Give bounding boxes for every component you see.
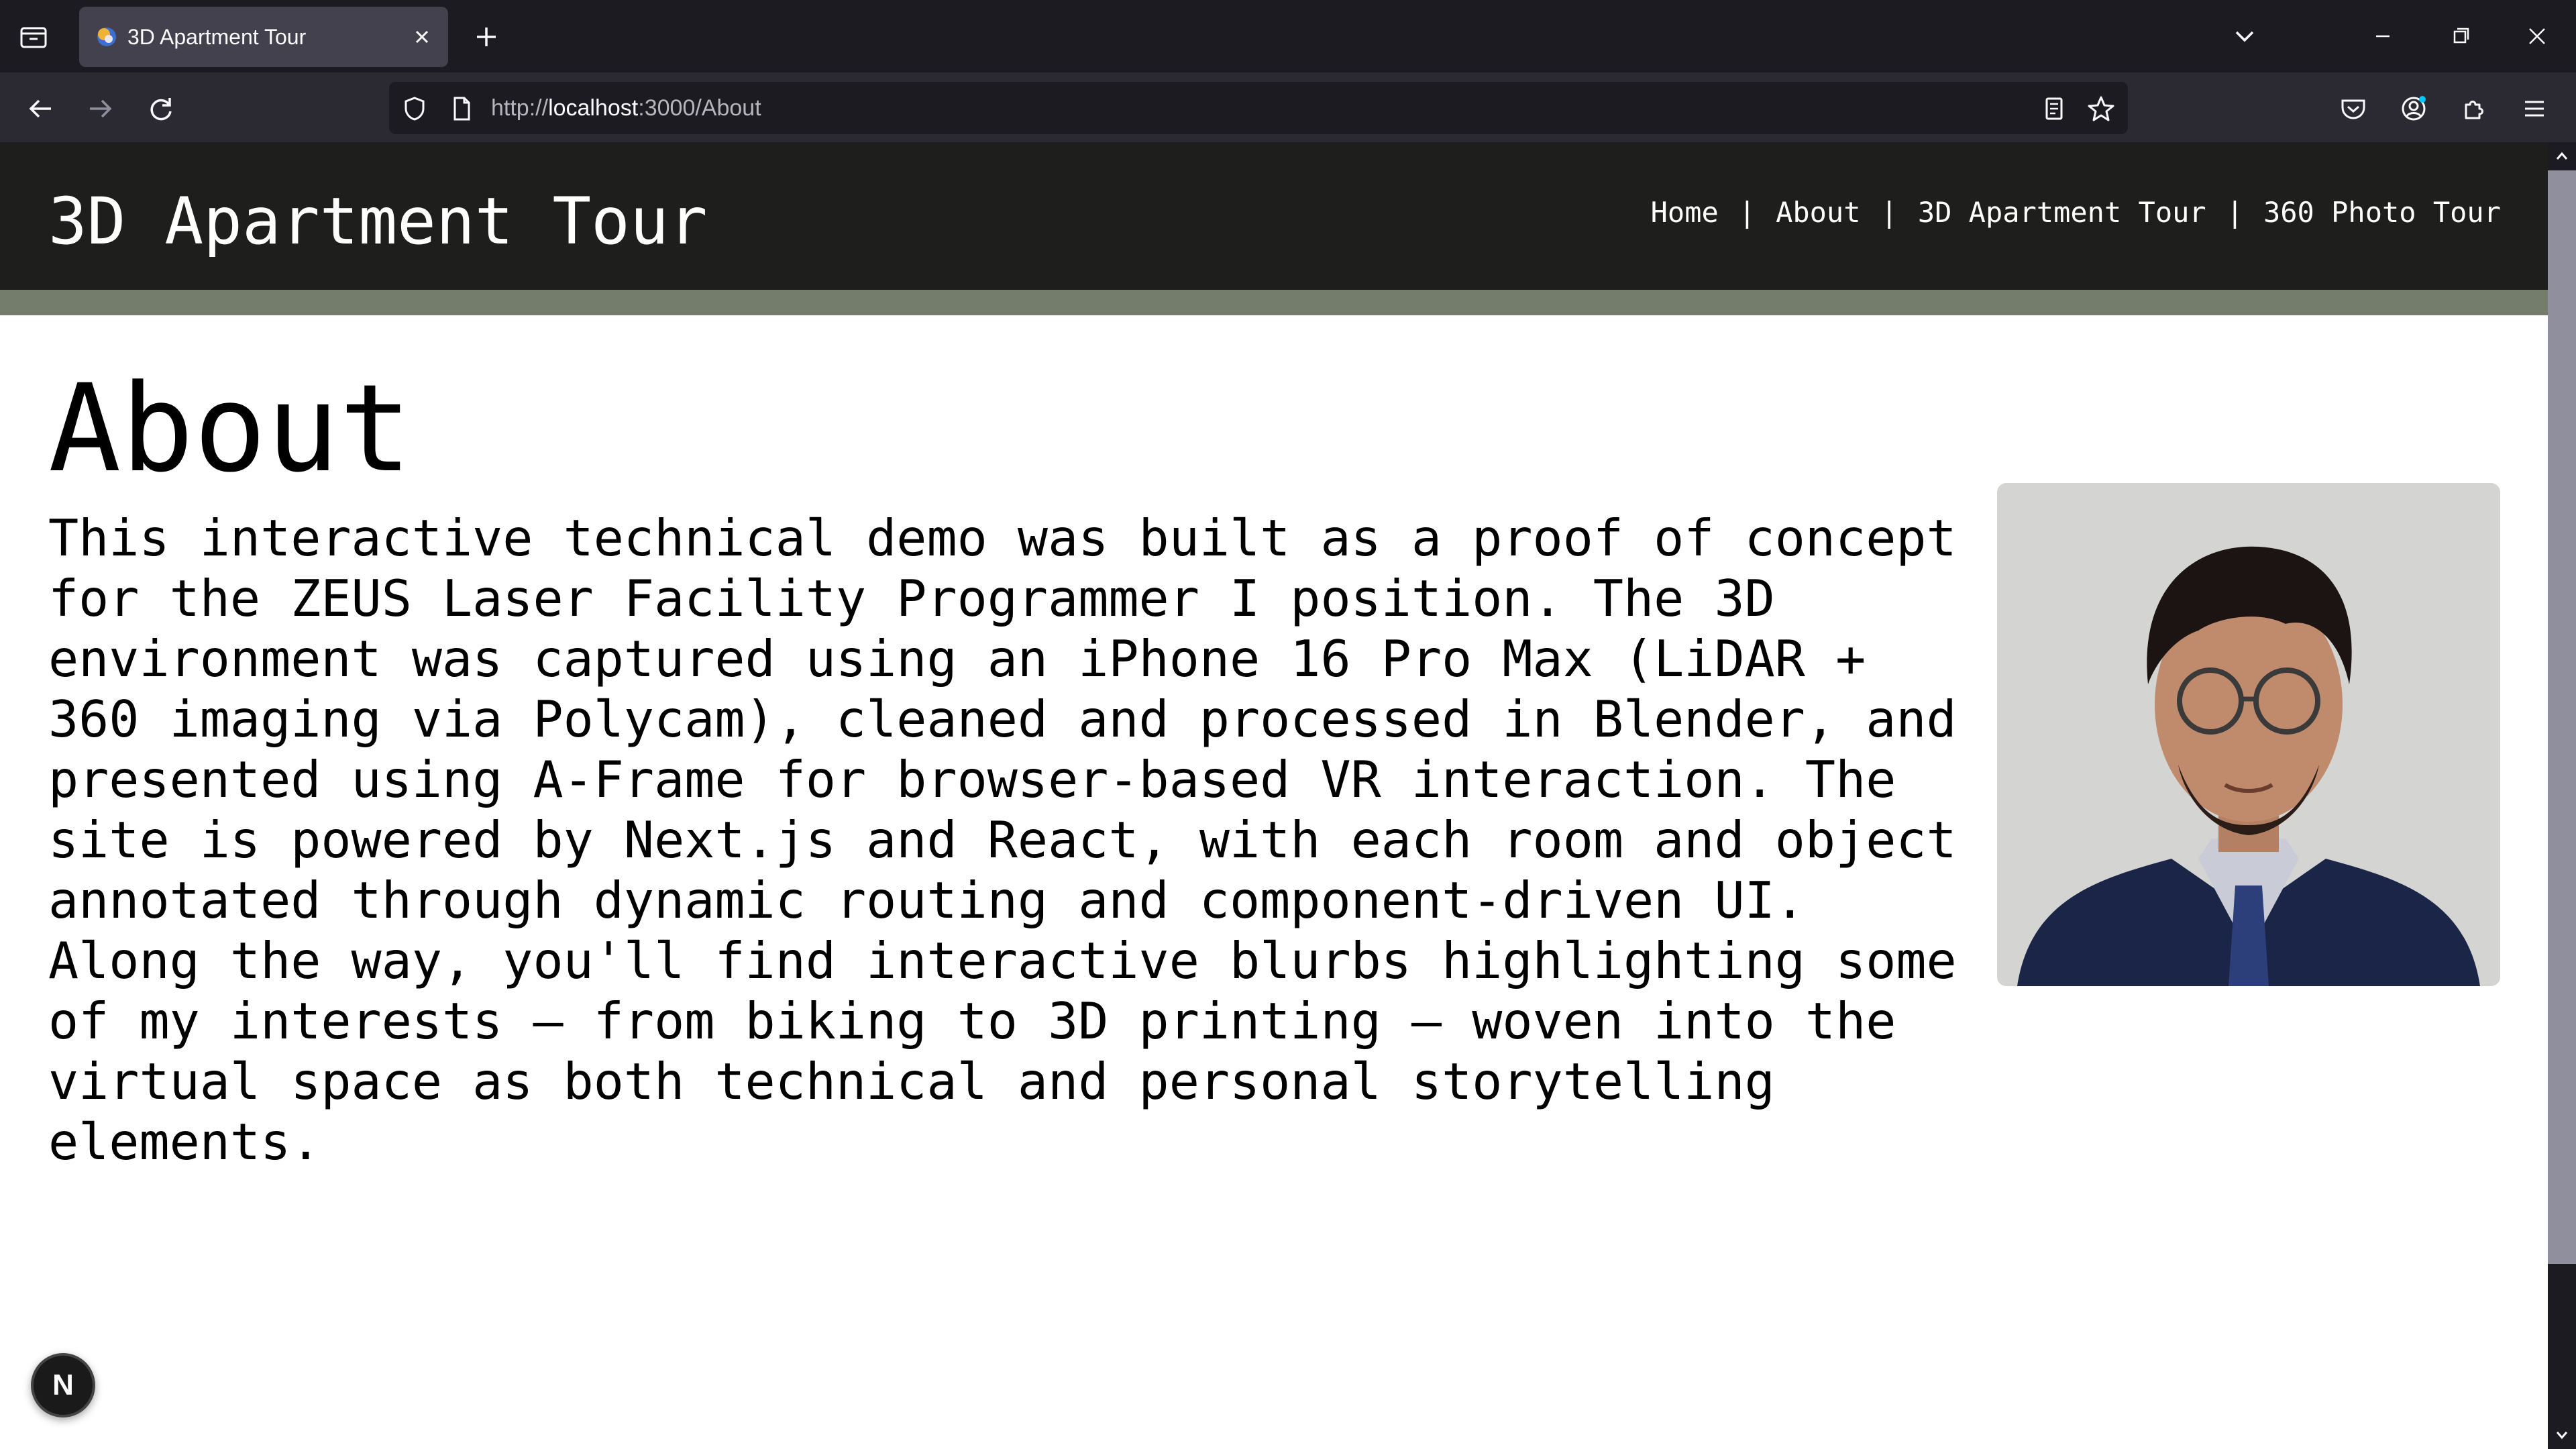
list-all-tabs-icon[interactable] [2226, 19, 2263, 54]
url-text[interactable]: http://localhost:3000/About [491, 82, 761, 134]
extensions-icon[interactable] [2455, 90, 2493, 127]
reload-icon[interactable] [142, 90, 180, 127]
tab-favicon-icon [94, 24, 119, 50]
active-tab[interactable]: 3D Apartment Tour [79, 7, 448, 67]
shield-icon[interactable] [400, 94, 429, 123]
site-nav: Home | About | 3D Apartment Tour | 360 P… [1651, 196, 2501, 229]
scroll-down-arrow-icon[interactable] [2552, 1425, 2572, 1445]
nextjs-logo-icon: N [52, 1368, 74, 1401]
tab-close-icon[interactable] [409, 24, 435, 50]
page-icon[interactable] [447, 94, 476, 123]
nav-link-home[interactable]: Home [1651, 196, 1719, 229]
menu-icon[interactable] [2516, 90, 2553, 127]
bookmark-star-icon[interactable] [2086, 94, 2116, 123]
nav-separator: | [1738, 196, 1756, 229]
profile-photo [1997, 483, 2500, 986]
about-paragraph: This interactive technical demo was buil… [48, 508, 1957, 1171]
reader-view-icon[interactable] [2039, 94, 2069, 123]
minimize-icon[interactable] [2364, 19, 2402, 54]
nextjs-dev-indicator[interactable]: N [31, 1353, 95, 1417]
tab-title: 3D Apartment Tour [127, 25, 307, 49]
restore-icon[interactable] [2442, 19, 2479, 54]
site-header: 3D Apartment Tour Home | About | 3D Apar… [0, 142, 2548, 290]
site-title[interactable]: 3D Apartment Tour [48, 184, 708, 259]
browser-tab-bar: 3D Apartment Tour [0, 0, 2576, 72]
account-icon[interactable] [2395, 90, 2432, 127]
scroll-up-arrow-icon[interactable] [2552, 146, 2572, 166]
pocket-icon[interactable] [2334, 90, 2372, 127]
nav-link-3d-tour[interactable]: 3D Apartment Tour [1918, 196, 2206, 229]
nav-link-about[interactable]: About [1776, 196, 1860, 229]
back-icon[interactable] [21, 90, 59, 127]
header-accent-band [0, 290, 2548, 315]
new-tab-icon[interactable] [470, 20, 503, 54]
forward-icon[interactable] [82, 90, 119, 127]
page-scrollbar[interactable] [2548, 142, 2576, 1449]
page-title: About [48, 359, 412, 499]
nav-separator: | [2226, 196, 2243, 229]
close-window-icon[interactable] [2518, 19, 2556, 54]
scrollbar-thumb[interactable] [2548, 170, 2576, 1264]
url-bar[interactable]: http://localhost:3000/About [389, 82, 2128, 134]
browser-nav-bar: http://localhost:3000/About [0, 72, 2576, 142]
nav-separator: | [1880, 196, 1898, 229]
tab-list-icon[interactable] [15, 20, 52, 54]
nav-link-360-photo-tour[interactable]: 360 Photo Tour [2263, 196, 2501, 229]
page-viewport: 3D Apartment Tour Home | About | 3D Apar… [0, 142, 2548, 1449]
